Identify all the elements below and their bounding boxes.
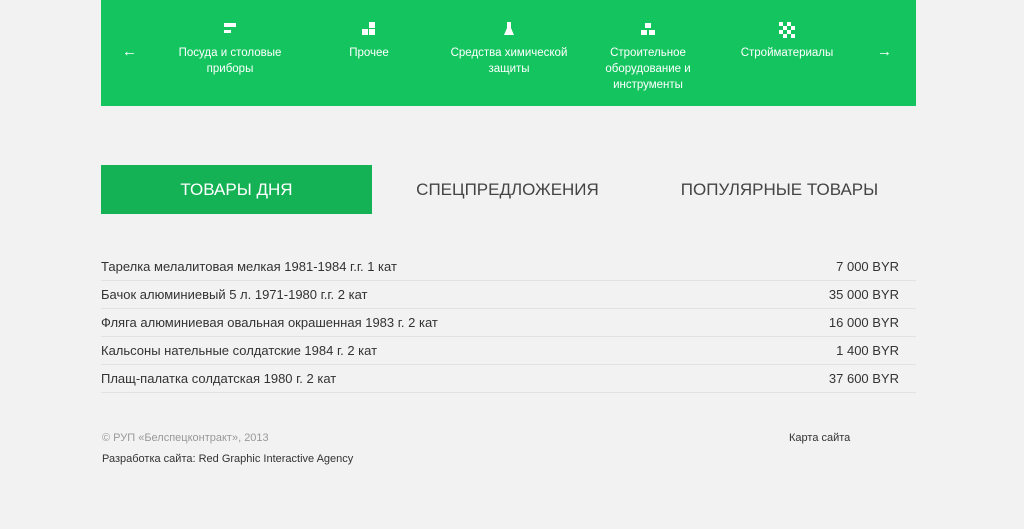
arrow-right-icon[interactable]: → (877, 42, 892, 62)
bricks-icon (640, 22, 656, 36)
product-name[interactable]: Плащ-палатка солдатская 1980 г. 2 кат (101, 371, 336, 386)
category-label: Средства химической защиты (450, 47, 568, 75)
sitemap-link[interactable]: Карта сайта (789, 432, 850, 444)
blocks-icon (361, 22, 377, 36)
product-name[interactable]: Тарелка мелалитовая мелкая 1981-1984 г.г… (101, 259, 397, 274)
category-label: Прочее (349, 47, 389, 59)
flask-icon (501, 22, 517, 36)
list-item[interactable]: Фляга алюминиевая овальная окрашенная 19… (101, 309, 916, 337)
category-chemical-protection[interactable]: Средства химической защиты (439, 22, 579, 77)
list-item[interactable]: Бачок алюминиевый 5 л. 1971-1980 г.г. 2 … (101, 281, 916, 309)
product-price: 35 000 BYR (828, 287, 899, 302)
product-list: Тарелка мелалитовая мелкая 1981-1984 г.г… (101, 253, 916, 393)
product-tabs: ТОВАРЫ ДНЯ СПЕЦПРЕДЛОЖЕНИЯ ПОПУЛЯРНЫЕ ТО… (101, 165, 916, 214)
agency-link[interactable]: Red Graphic Interactive Agency (199, 453, 354, 465)
product-price: 1 400 BYR (836, 343, 899, 358)
product-name[interactable]: Бачок алюминиевый 5 л. 1971-1980 г.г. 2 … (101, 287, 367, 302)
tab-popular-products[interactable]: ПОПУЛЯРНЫЕ ТОВАРЫ (643, 165, 916, 214)
category-label: Строительное оборудование и инструменты (605, 47, 691, 91)
product-price: 16 000 BYR (828, 315, 899, 330)
tableware-icon (222, 22, 238, 36)
copyright: © РУП «Белспецконтракт», 2013 (102, 432, 269, 444)
arrow-left-icon[interactable]: ← (122, 42, 137, 62)
product-price: 7 000 BYR (836, 259, 899, 274)
category-label: Стройматериалы (740, 47, 834, 59)
list-item[interactable]: Плащ-палатка солдатская 1980 г. 2 кат 37… (101, 365, 916, 393)
product-name[interactable]: Фляга алюминиевая овальная окрашенная 19… (101, 315, 438, 330)
category-tableware[interactable]: Посуда и столовые приборы (160, 22, 300, 77)
category-label: Посуда и столовые приборы (178, 47, 282, 75)
tab-special-offers[interactable]: СПЕЦПРЕДЛОЖЕНИЯ (372, 165, 643, 214)
product-price: 37 600 BYR (828, 371, 899, 386)
checker-icon (779, 22, 795, 38)
category-construction-equipment[interactable]: Строительное оборудование и инструменты (578, 22, 718, 93)
list-item[interactable]: Кальсоны нательные солдатские 1984 г. 2 … (101, 337, 916, 365)
product-name[interactable]: Кальсоны нательные солдатские 1984 г. 2 … (101, 343, 377, 358)
category-building-materials[interactable]: Стройматериалы (717, 22, 857, 61)
list-item[interactable]: Тарелка мелалитовая мелкая 1981-1984 г.г… (101, 253, 916, 281)
category-other[interactable]: Прочее (299, 22, 439, 61)
tab-products-of-the-day[interactable]: ТОВАРЫ ДНЯ (101, 165, 372, 214)
developer-prefix: Разработка сайта: (102, 453, 199, 465)
category-carousel: ← Посуда и столовые приборы Прочее Средс… (101, 0, 916, 106)
developer-credit: Разработка сайта: Red Graphic Interactiv… (102, 453, 353, 465)
